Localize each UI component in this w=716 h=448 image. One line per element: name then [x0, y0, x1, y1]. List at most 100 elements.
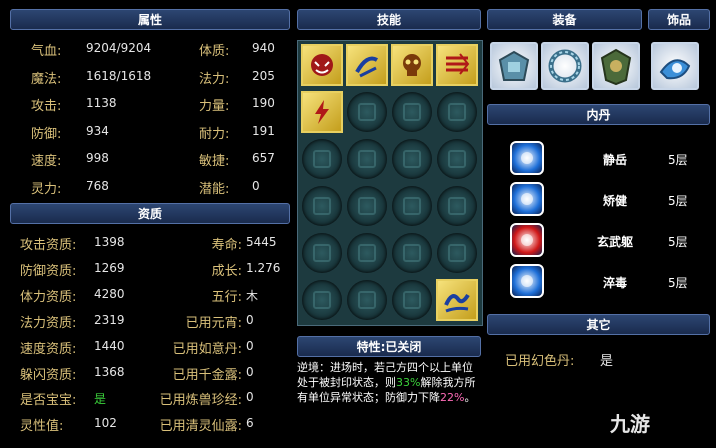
inner-dan-name: 矫健: [602, 194, 627, 208]
collar-icon[interactable]: [541, 42, 589, 90]
aptitude-label: 法力资质:: [20, 315, 77, 331]
attr-label: 速度:: [31, 154, 62, 169]
attributes-header: 属性: [10, 9, 290, 30]
aptitude-label: 成长:: [211, 263, 242, 279]
empty-skill-slot[interactable]: [392, 233, 432, 273]
aptitude-label: 体力资质:: [20, 289, 77, 305]
empty-skill-slot[interactable]: [302, 233, 342, 273]
aptitude-label: 已用炼兽珍经:: [159, 393, 242, 409]
aptitude-value: 0: [246, 338, 254, 353]
jewel-accessory-icon[interactable]: [651, 42, 699, 90]
aptitude-value: 1398: [94, 235, 125, 249]
aptitude-label: 已用如意丹:: [172, 341, 242, 357]
inner-dan-icon[interactable]: [510, 182, 544, 216]
watermark-logo: 九游: [610, 412, 650, 436]
inner-dan-name: 玄武躯: [596, 235, 633, 249]
lightning-skill-icon[interactable]: [301, 91, 343, 133]
skills-header: 技能: [297, 9, 481, 30]
aptitude-value: 5445: [246, 235, 277, 249]
aptitude-label: 寿命:: [211, 238, 242, 253]
aptitude-label: 是否宝宝:: [20, 393, 77, 409]
empty-skill-slot[interactable]: [392, 92, 432, 132]
aptitude-value: 木: [246, 288, 259, 303]
trait-header[interactable]: 特性:已关闭: [297, 336, 481, 357]
attr-value: 191: [252, 123, 275, 138]
aptitude-value: 0: [246, 312, 254, 327]
aptitude-value: 6: [246, 416, 254, 431]
aptitude-label: 已用清灵仙露:: [159, 419, 242, 435]
empty-skill-slot[interactable]: [392, 186, 432, 226]
trait-pct-1: 33%: [396, 376, 421, 389]
aptitude-value: 1269: [94, 260, 125, 275]
inner-dan-level: 5层: [668, 153, 688, 167]
attr-value: 9204/9204: [86, 41, 152, 55]
empty-skill-slot[interactable]: [302, 280, 342, 320]
aptitude-label: 躲闪资质:: [20, 367, 77, 383]
inner-dan-level: 5层: [668, 235, 688, 249]
attr-value: 190: [252, 96, 275, 110]
attr-label: 耐力:: [199, 126, 230, 142]
aptitude-value: 1368: [94, 364, 125, 379]
empty-skill-slot[interactable]: [437, 233, 477, 273]
attr-value: 1138: [86, 96, 117, 110]
aptitude-value: 0: [246, 364, 254, 379]
empty-skill-slot[interactable]: [302, 186, 342, 226]
wave-skill-icon[interactable]: [436, 279, 478, 321]
empty-skill-slot[interactable]: [302, 139, 342, 179]
attr-value: 940: [252, 41, 275, 55]
empty-skill-slot[interactable]: [347, 139, 387, 179]
aptitude-label: 灵性值:: [20, 419, 64, 435]
skull-skill-icon[interactable]: [391, 44, 433, 86]
attr-value: 0: [252, 178, 260, 193]
attr-label: 敏捷:: [199, 154, 230, 169]
inner-dan-name: 淬毒: [602, 276, 627, 290]
armor-icon[interactable]: [490, 42, 538, 90]
inner-dan-icon[interactable]: [510, 264, 544, 298]
empty-skill-slot[interactable]: [347, 186, 387, 226]
empty-skill-slot[interactable]: [347, 280, 387, 320]
aptitude-value: 1.276: [246, 260, 281, 275]
empty-skill-slot[interactable]: [437, 186, 477, 226]
attr-label: 魔法:: [31, 71, 62, 87]
aptitude-value: 0: [246, 390, 254, 405]
aptitude-header: 资质: [10, 203, 290, 224]
other-label: 已用幻色丹:: [505, 354, 575, 369]
inner-dan-icon[interactable]: [510, 223, 544, 257]
trait-desc-part3: 。: [464, 391, 476, 404]
inner-dan-icon[interactable]: [510, 141, 544, 175]
attr-value: 1618/1618: [86, 68, 152, 83]
attr-label: 力量:: [199, 99, 230, 114]
aptitude-value: 102: [94, 416, 117, 431]
empty-skill-slot[interactable]: [392, 280, 432, 320]
equipment-header: 装备: [487, 9, 642, 30]
empty-skill-slot[interactable]: [347, 233, 387, 273]
attr-value: 998: [86, 151, 109, 165]
empty-skill-slot[interactable]: [437, 139, 477, 179]
aptitude-value: 4280: [94, 286, 125, 301]
inner-dan-level: 5层: [668, 276, 688, 290]
other-value: 是: [600, 354, 614, 369]
trait-pct-2: 22%: [440, 391, 465, 404]
empty-skill-slot[interactable]: [347, 92, 387, 132]
aptitude-label: 速度资质:: [20, 341, 77, 357]
aptitude-label: 攻击资质:: [20, 238, 77, 253]
trait-description: 逆境：进场时，若己方四个以上单位处于被封印状态，则33%解除我方所有单位异常状态…: [297, 360, 481, 405]
attr-label: 灵力:: [31, 181, 62, 197]
shield-icon[interactable]: [592, 42, 640, 90]
inner-dan-level: 5层: [668, 194, 688, 208]
empty-skill-slot[interactable]: [392, 139, 432, 179]
empty-skill-slot[interactable]: [437, 92, 477, 132]
demon-skill-icon[interactable]: [301, 44, 343, 86]
skill-grid: [297, 40, 483, 326]
scroll-skill-icon[interactable]: [346, 44, 388, 86]
inner-dan-header: 内丹: [487, 104, 710, 125]
attr-value: 934: [86, 123, 109, 138]
attr-label: 体质:: [199, 44, 230, 59]
charge-skill-icon[interactable]: [436, 44, 478, 86]
attr-label: 法力:: [199, 71, 230, 87]
attr-label: 防御:: [31, 126, 62, 142]
aptitude-label: 五行:: [211, 289, 242, 305]
attr-label: 攻击:: [31, 99, 62, 114]
aptitude-label: 防御资质:: [20, 263, 77, 279]
accessory-header: 饰品: [648, 9, 710, 30]
